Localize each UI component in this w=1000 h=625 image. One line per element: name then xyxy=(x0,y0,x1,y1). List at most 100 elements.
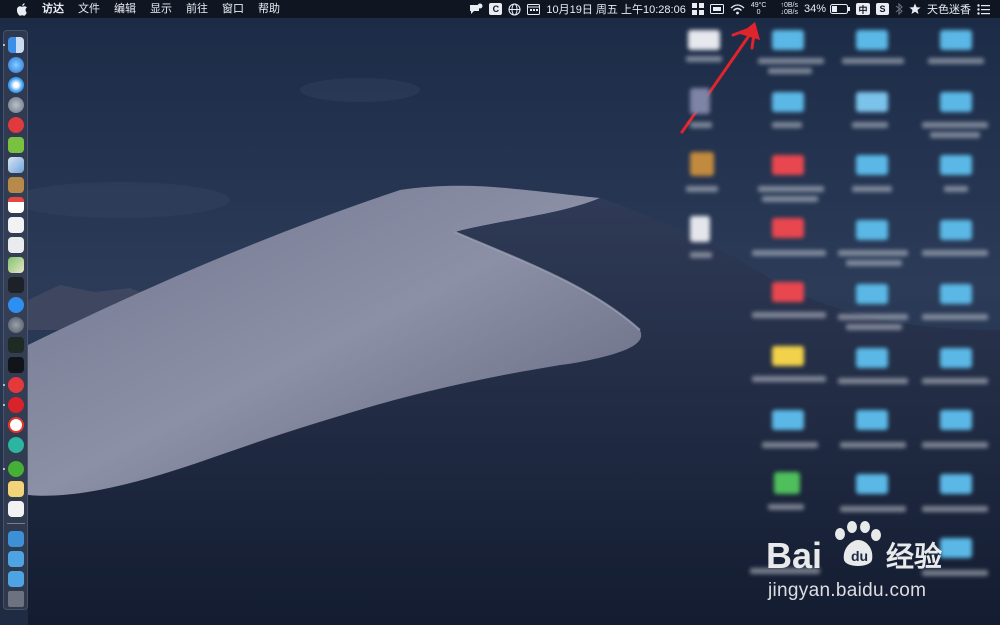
clock[interactable]: 10月19日 周五 上午10:28:06 xyxy=(546,0,685,18)
s-app-letter: S xyxy=(876,3,889,15)
notification-center-icon[interactable] xyxy=(977,0,990,18)
launchpad-icon[interactable] xyxy=(8,97,24,113)
network-speed-monitor[interactable]: ↑0B/s ↓0B/s xyxy=(780,0,798,18)
globe-icon[interactable] xyxy=(508,0,521,18)
menu-file[interactable]: 文件 xyxy=(78,0,100,18)
folder-label xyxy=(842,58,904,64)
folder-icon[interactable] xyxy=(856,30,888,50)
battery-icon[interactable] xyxy=(830,0,850,18)
folder-icon[interactable] xyxy=(772,346,804,366)
running-indicator xyxy=(3,384,5,386)
red-app-icon[interactable] xyxy=(8,117,24,133)
folder-icon[interactable] xyxy=(940,30,972,50)
trash-icon[interactable] xyxy=(8,591,24,607)
notes-app-icon[interactable] xyxy=(8,177,24,193)
desktop-file-icon[interactable] xyxy=(690,88,710,114)
desktop-file-icon[interactable] xyxy=(690,152,714,176)
teal-app-icon[interactable] xyxy=(8,437,24,453)
folder-icon[interactable] xyxy=(940,220,972,240)
documents-folder-icon[interactable] xyxy=(8,551,24,567)
preview-icon[interactable] xyxy=(8,157,24,173)
s-app-icon[interactable]: S xyxy=(876,0,889,18)
folder-icon[interactable] xyxy=(856,284,888,304)
c-app-icon[interactable]: C xyxy=(489,0,503,18)
finder-icon[interactable] xyxy=(8,37,24,53)
wifi-icon[interactable] xyxy=(730,0,745,18)
wechat-icon[interactable] xyxy=(8,461,24,477)
folder-icon[interactable] xyxy=(940,348,972,368)
app-store-icon[interactable] xyxy=(8,297,24,313)
user-name[interactable]: 天色迷香 xyxy=(927,0,971,18)
maps-icon[interactable] xyxy=(8,257,24,273)
folder-icon[interactable] xyxy=(940,92,972,112)
android-icon[interactable] xyxy=(8,137,24,153)
net-download-speed: ↓0B/s xyxy=(780,9,798,16)
folder-label xyxy=(852,186,892,192)
battery-percent[interactable]: 34% xyxy=(804,0,826,18)
menu-view[interactable]: 显示 xyxy=(150,0,172,18)
calendar-icon[interactable] xyxy=(527,0,541,18)
folder-icon[interactable] xyxy=(856,155,888,175)
folder-icon[interactable] xyxy=(772,282,804,302)
folder-icon[interactable] xyxy=(772,155,804,175)
cpu-sub: 0 xyxy=(756,9,761,16)
folder-icon[interactable] xyxy=(940,474,972,494)
activity-monitor-icon[interactable] xyxy=(8,277,24,293)
calculator-notes-icon[interactable] xyxy=(8,481,24,497)
folder-label xyxy=(922,122,988,128)
desktop-file-icon[interactable] xyxy=(688,30,720,50)
calendar-app-icon[interactable] xyxy=(8,197,24,213)
vivaldi-icon[interactable] xyxy=(8,377,24,393)
folder-icon[interactable] xyxy=(940,155,972,175)
system-preferences-icon[interactable] xyxy=(8,317,24,333)
folder-label xyxy=(928,58,984,64)
menu-window[interactable]: 窗口 xyxy=(222,0,244,18)
desktop-file-icon[interactable] xyxy=(690,216,710,242)
running-indicator xyxy=(3,468,5,470)
menu-edit[interactable]: 编辑 xyxy=(114,0,136,18)
folder-icon[interactable] xyxy=(856,220,888,240)
folder-icon[interactable] xyxy=(940,284,972,304)
apple-logo-icon[interactable] xyxy=(14,0,30,18)
folder-icon[interactable] xyxy=(772,92,804,112)
desktop-file-label xyxy=(690,252,712,258)
cpu-monitor[interactable]: 49°C 0 xyxy=(751,0,767,18)
display-icon[interactable] xyxy=(709,0,724,18)
notification-icon[interactable] xyxy=(469,0,483,18)
folder-label xyxy=(762,196,818,202)
folder-icon[interactable] xyxy=(856,348,888,368)
folder-icon[interactable] xyxy=(772,30,804,50)
input-method[interactable]: 中 xyxy=(856,0,870,18)
menu-go[interactable]: 前往 xyxy=(186,0,208,18)
folder-label xyxy=(922,314,988,320)
siri-icon[interactable] xyxy=(8,57,24,73)
safari-icon[interactable] xyxy=(8,77,24,93)
folder-icon[interactable] xyxy=(856,474,888,494)
watermark-logo-text: Bai xyxy=(766,535,822,576)
downloads-folder-icon[interactable] xyxy=(8,571,24,587)
script-editor-icon[interactable] xyxy=(8,501,24,517)
pinwheel-icon[interactable] xyxy=(691,0,704,18)
folder-icon[interactable] xyxy=(940,410,972,430)
terminal-icon[interactable] xyxy=(8,357,24,373)
applications-folder-icon[interactable] xyxy=(8,531,24,547)
desktop-file-icon[interactable] xyxy=(774,472,800,494)
folder-icon[interactable] xyxy=(856,92,888,112)
netease-music-icon[interactable] xyxy=(8,397,24,413)
yandex-browser-icon[interactable] xyxy=(8,417,24,433)
folder-label xyxy=(752,250,826,256)
bluetooth-icon[interactable] xyxy=(895,0,903,18)
folder-label xyxy=(768,68,812,74)
terminal-chart-icon[interactable] xyxy=(8,337,24,353)
running-indicator xyxy=(3,44,5,46)
folder-icon[interactable] xyxy=(856,410,888,430)
folder-icon[interactable] xyxy=(772,218,804,238)
folder-label xyxy=(752,312,826,318)
menu-help[interactable]: 帮助 xyxy=(258,0,280,18)
net-upload-speed: ↑0B/s xyxy=(780,2,798,9)
star-icon[interactable] xyxy=(909,0,921,18)
menu-app-name[interactable]: 访达 xyxy=(42,0,64,18)
textedit-icon[interactable] xyxy=(8,217,24,233)
document-icon[interactable] xyxy=(8,237,24,253)
folder-icon[interactable] xyxy=(772,410,804,430)
